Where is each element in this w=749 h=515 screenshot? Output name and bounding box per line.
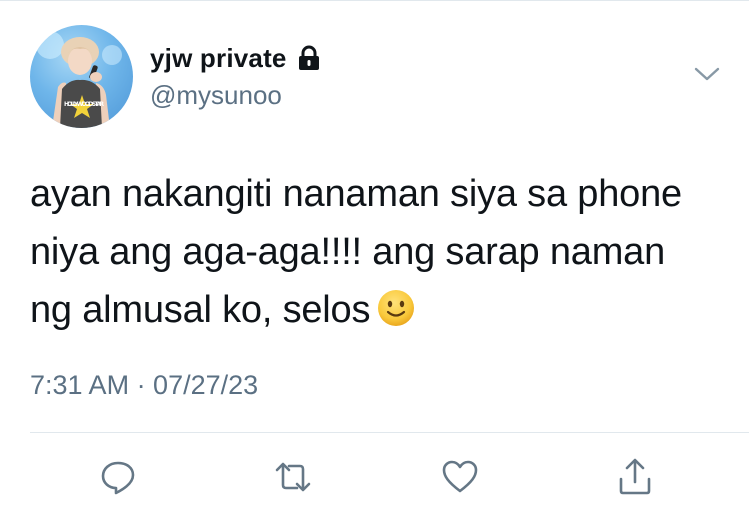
share-button[interactable] — [613, 455, 657, 499]
smiling-face-emoji-icon — [376, 287, 416, 327]
share-icon — [619, 458, 651, 495]
like-icon — [442, 460, 478, 493]
tweet-text-line: ng almusal ko, selos — [30, 289, 371, 331]
divider — [30, 432, 749, 433]
tweet-text-line: niya ang aga-aga!!!! ang sarap naman — [30, 231, 666, 273]
retweet-button[interactable] — [271, 455, 315, 499]
avatar[interactable]: HOLLYWOOD STAR — [30, 25, 133, 128]
tweet-timestamp[interactable]: 7:31 AM · 07/27/23 — [30, 370, 258, 401]
retweet-icon — [275, 462, 311, 492]
avatar-shirt-text: HOLLYWOOD STAR — [64, 101, 104, 108]
reply-button[interactable] — [96, 455, 140, 499]
tweet-text-line-with-emoji: ng almusal ko, selos — [30, 281, 730, 339]
chevron-down-icon[interactable] — [692, 62, 722, 86]
author-handle[interactable]: @mysunoo — [150, 80, 282, 111]
tweet-text-line: ayan nakangiti nanaman siya sa phone — [30, 173, 682, 215]
top-border — [0, 0, 749, 1]
display-name[interactable]: yjw private — [150, 43, 287, 74]
like-button[interactable] — [438, 455, 482, 499]
author-name-row[interactable]: yjw private — [150, 40, 321, 76]
tweet-text: ayan nakangiti nanaman siya sa phone niy… — [30, 165, 730, 339]
reply-icon — [101, 461, 135, 495]
avatar-image: HOLLYWOOD STAR — [36, 31, 122, 128]
lock-icon — [297, 45, 321, 71]
